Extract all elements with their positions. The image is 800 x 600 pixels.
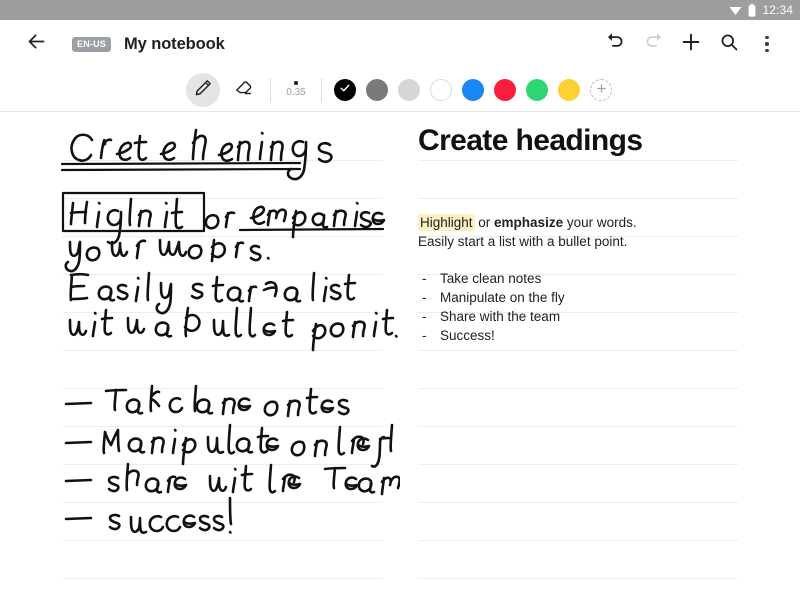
bullet-marker: - — [422, 328, 427, 344]
color-swatch-yellow[interactable] — [558, 78, 580, 101]
pen-tool-button[interactable] — [186, 72, 220, 107]
back-arrow-icon — [26, 31, 47, 57]
paragraph-connector: or — [474, 214, 495, 230]
color-swatch-red[interactable] — [494, 78, 516, 101]
search-button[interactable] — [710, 25, 748, 63]
paragraph-tail: your words. — [563, 214, 637, 230]
drawing-toolbar: 0.35 — [0, 68, 800, 112]
eraser-tool-button[interactable] — [226, 73, 260, 107]
status-bar: 12:34 — [0, 0, 800, 20]
list-item: - Success! — [418, 326, 758, 345]
bullet-marker: - — [422, 289, 427, 305]
search-icon — [719, 32, 739, 57]
undo-button[interactable] — [596, 25, 634, 63]
typed-paragraph: Highlight or emphasize your words. Easil… — [418, 213, 758, 252]
redo-button[interactable] — [634, 25, 672, 63]
bullet-marker: - — [422, 270, 427, 286]
redo-icon — [643, 31, 664, 57]
language-badge[interactable]: EN-US — [72, 36, 112, 52]
typed-paragraph-line-1: Highlight or emphasize your words. — [418, 213, 758, 233]
pen-icon — [194, 78, 213, 102]
overflow-menu-button[interactable] — [748, 25, 786, 63]
add-color-button[interactable] — [590, 78, 612, 101]
color-swatch-black[interactable] — [334, 78, 356, 101]
back-button[interactable] — [22, 30, 50, 58]
kebab-menu-icon — [765, 35, 769, 53]
emphasized-word: emphasize — [494, 214, 564, 230]
notebook-canvas[interactable]: Create headings Highlight or emphasize y… — [0, 112, 800, 599]
toolbar-divider-1 — [270, 77, 271, 102]
color-swatch-blue[interactable] — [462, 78, 484, 101]
battery-icon — [748, 3, 756, 17]
stroke-size-button[interactable]: 0.35 — [278, 81, 314, 98]
add-button[interactable] — [672, 25, 710, 63]
stroke-preview-dot — [294, 81, 298, 85]
list-item-label: Take clean notes — [440, 270, 542, 286]
list-item: - Manipulate on the fly — [418, 288, 758, 307]
color-swatch-green[interactable] — [526, 78, 548, 101]
handwriting-page[interactable] — [0, 112, 400, 599]
plus-icon — [596, 81, 607, 99]
list-item-label: Share with the team — [440, 308, 561, 324]
wifi-icon — [729, 5, 742, 16]
typed-heading: Create headings — [418, 124, 643, 157]
list-item-label: Manipulate on the fly — [440, 289, 565, 305]
undo-icon — [605, 31, 626, 57]
converted-text-page[interactable]: Create headings Highlight or emphasize y… — [400, 112, 800, 599]
check-icon — [339, 81, 351, 99]
toolbar-divider-2 — [321, 77, 322, 102]
typed-content[interactable]: Create headings Highlight or emphasize y… — [418, 120, 758, 345]
list-item: - Take clean notes — [418, 269, 758, 288]
ink-strokes — [60, 128, 400, 534]
typed-paragraph-line-2: Easily start a list with a bullet point. — [418, 234, 628, 250]
status-bar-time: 12:34 — [762, 3, 793, 17]
app-bar: EN-US My notebook — [0, 20, 800, 68]
list-item-label: Success! — [440, 328, 495, 344]
color-swatch-gray[interactable] — [366, 78, 388, 101]
eraser-icon — [234, 78, 253, 102]
typed-bullet-list: - Take clean notes - Manipulate on the f… — [418, 269, 758, 346]
plus-icon — [680, 31, 702, 58]
color-swatch-white[interactable] — [430, 78, 452, 101]
color-swatch-light-gray[interactable] — [398, 78, 420, 101]
bullet-marker: - — [422, 308, 427, 324]
page-title: My notebook — [124, 34, 225, 53]
stroke-size-label: 0.35 — [286, 86, 306, 98]
list-item: - Share with the team — [418, 307, 758, 326]
highlighted-word: Highlight — [418, 213, 475, 231]
